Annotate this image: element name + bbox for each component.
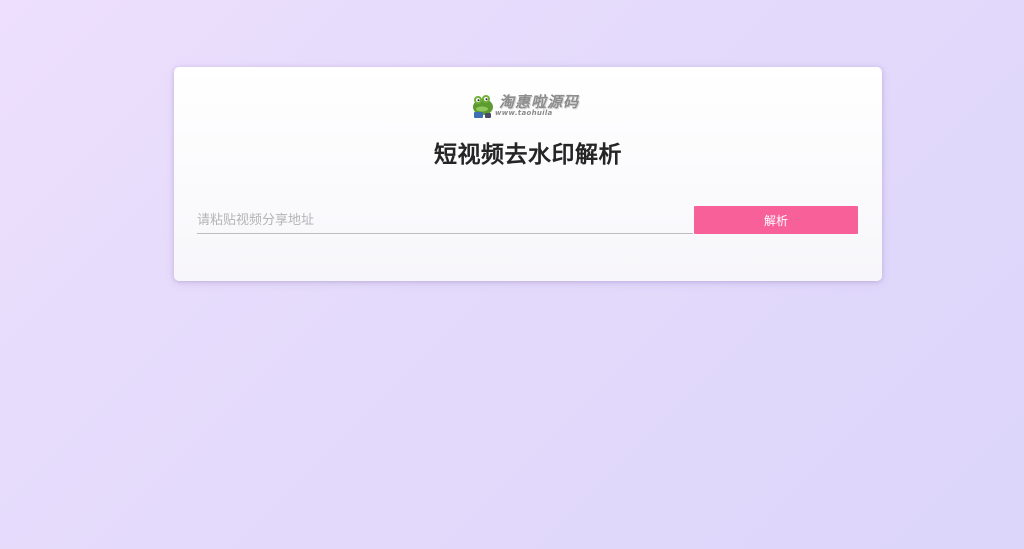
video-url-input[interactable] xyxy=(197,207,693,234)
parser-card: 淘惠啦源码 www.taohuila 短视频去水印解析 解析 xyxy=(174,67,882,281)
logo-url: www.taohuila xyxy=(495,109,553,117)
site-logo: 淘惠啦源码 www.taohuila xyxy=(469,91,591,121)
parse-button[interactable]: 解析 xyxy=(694,206,858,234)
page-title: 短视频去水印解析 xyxy=(434,142,622,168)
